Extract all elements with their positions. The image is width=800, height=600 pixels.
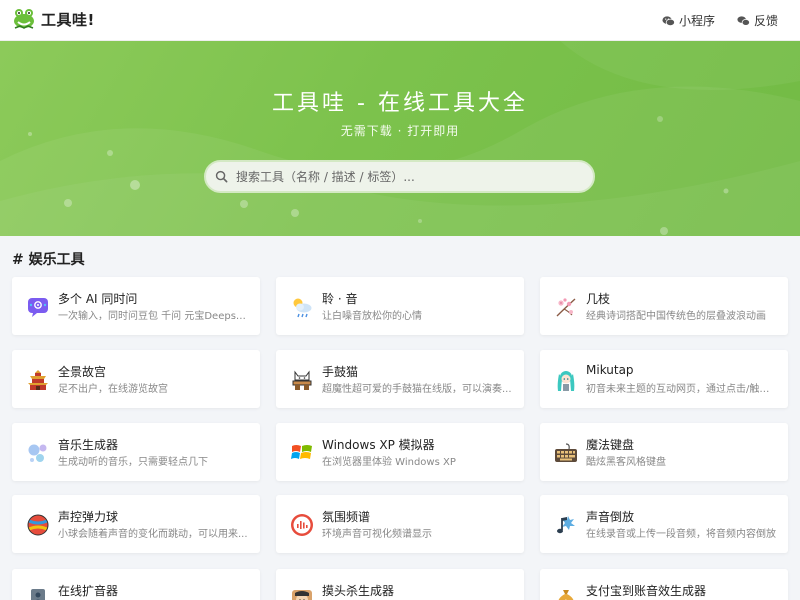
tool-card-bongo-cat[interactable]: 手鼓猫 超魔性超可爱的手鼓猫在线版，可以演奏... bbox=[276, 350, 524, 408]
frog-logo-icon bbox=[14, 9, 34, 29]
tool-card-online-megaphone[interactable]: 在线扩音器 bbox=[12, 569, 260, 600]
tool-card-mikutap[interactable]: Mikutap 初音未来主题的互动网页，通过点击/触摸... bbox=[540, 350, 788, 408]
tool-description: 酷炫黑客风格键盘 bbox=[586, 457, 666, 468]
tool-card-ling-yin[interactable]: 聆 · 音 让白噪音放松你的心情 bbox=[276, 277, 524, 335]
tool-description: 初音未来主题的互动网页，通过点击/触摸... bbox=[586, 384, 778, 395]
tool-description: 一次输入，同时问豆包 千问 元宝Deepseek... bbox=[58, 311, 250, 322]
tool-card-windows-xp[interactable]: Windows XP 模拟器 在浏览器里体验 Windows XP bbox=[276, 423, 524, 481]
top-navigation-bar: 工具哇! 小程序 反馈 bbox=[0, 0, 800, 41]
nav-label: 小程序 bbox=[678, 14, 715, 28]
header-nav: 小程序 反馈 bbox=[662, 12, 778, 29]
site-name: 工具哇! bbox=[41, 10, 95, 29]
tool-name: 魔法键盘 bbox=[586, 438, 635, 452]
tool-name: 全景故宫 bbox=[58, 365, 107, 379]
wechat-icon bbox=[662, 15, 675, 26]
site-logo[interactable]: 工具哇! bbox=[13, 8, 95, 30]
tool-name: 音乐生成器 bbox=[58, 438, 119, 452]
ball-icon bbox=[27, 514, 49, 536]
tool-name: 手鼓猫 bbox=[322, 365, 359, 379]
windows-logo-icon bbox=[291, 445, 312, 459]
tool-description: 足不出户，在线游览故宫 bbox=[58, 384, 168, 395]
search-icon bbox=[215, 170, 228, 183]
tool-card-palace[interactable]: 全景故宫 足不出户，在线游览故宫 bbox=[12, 350, 260, 408]
tool-description: 小球会随着声音的变化而跳动，可以用来... bbox=[58, 529, 248, 540]
spectrum-icon bbox=[291, 514, 313, 536]
hero-subtitle: 无需下载 · 打开即用 bbox=[340, 124, 460, 138]
tool-card-music-generator[interactable]: 音乐生成器 生成动听的音乐，只需要轻点几下 bbox=[12, 423, 260, 481]
tool-name: 聆 · 音 bbox=[322, 292, 358, 306]
music-note-icon bbox=[557, 516, 575, 534]
hero-title: 工具哇 - 在线工具大全 bbox=[272, 91, 528, 116]
palace-icon bbox=[28, 370, 48, 390]
tool-name: 声音倒放 bbox=[586, 510, 635, 524]
tool-card-audio-reverse[interactable]: 声音倒放 在线录音或上传一段音频，将音频内容倒放 bbox=[540, 495, 788, 553]
tool-name: 支付宝到账音效生成器 bbox=[586, 584, 707, 598]
tool-name: Windows XP 模拟器 bbox=[322, 438, 435, 452]
tool-card-voice-ball[interactable]: 声控弹力球 小球会随着声音的变化而跳动，可以用来... bbox=[12, 495, 260, 553]
pat-head-icon bbox=[292, 590, 312, 600]
tool-card-alipay-sound[interactable]: $ 支付宝到账音效生成器 bbox=[540, 569, 788, 600]
miku-icon bbox=[557, 371, 575, 391]
search-bar[interactable] bbox=[204, 160, 595, 193]
nav-label: 反馈 bbox=[753, 14, 778, 28]
nav-feedback[interactable]: 反馈 bbox=[737, 12, 778, 29]
tool-description: 经典诗词搭配中国传统色的层叠波浪动画 bbox=[586, 311, 766, 322]
tool-description: 超魔性超可爱的手鼓猫在线版，可以演奏... bbox=[322, 384, 512, 395]
chat-bubbles-icon bbox=[737, 15, 750, 26]
tool-card-ambient-spectrum[interactable]: 氛围频谱 环境声音可视化频谱显示 bbox=[276, 495, 524, 553]
tool-name: 摸头杀生成器 bbox=[322, 584, 395, 598]
plum-blossom-icon bbox=[556, 298, 576, 317]
tool-card-ji-zhi[interactable]: 几枝 经典诗词搭配中国传统色的层叠波浪动画 bbox=[540, 277, 788, 335]
keyboard-icon bbox=[555, 443, 577, 462]
tool-name: 氛围频谱 bbox=[322, 510, 371, 524]
weather-rain-icon bbox=[293, 298, 312, 318]
tool-name: 声控弹力球 bbox=[58, 510, 119, 524]
tool-name: Mikutap bbox=[586, 363, 634, 377]
bongo-cat-icon bbox=[292, 370, 312, 390]
hero-banner: 工具哇 - 在线工具大全 无需下载 · 打开即用 bbox=[0, 41, 800, 236]
search-input[interactable] bbox=[236, 169, 576, 184]
ai-chat-icon bbox=[28, 298, 48, 317]
speaker-icon bbox=[31, 589, 45, 600]
money-bag-icon: $ bbox=[558, 590, 574, 600]
tool-name: 多个 AI 同时问 bbox=[58, 292, 138, 306]
tool-description: 生成动听的音乐，只需要轻点几下 bbox=[58, 457, 208, 468]
tool-name: 几枝 bbox=[586, 292, 611, 306]
tool-description: 在浏览器里体验 Windows XP bbox=[322, 457, 456, 468]
tool-description: 让白噪音放松你的心情 bbox=[322, 311, 422, 322]
section-title: # 娱乐工具 bbox=[12, 252, 85, 268]
tool-name: 在线扩音器 bbox=[58, 584, 119, 598]
tool-description: 在线录音或上传一段音频，将音频内容倒放 bbox=[586, 529, 776, 540]
tool-card-multi-ai[interactable]: 多个 AI 同时问 一次输入，同时问豆包 千问 元宝Deepseek... bbox=[12, 277, 260, 335]
tool-description: 环境声音可视化频谱显示 bbox=[322, 529, 432, 540]
tool-card-magic-keyboard[interactable]: 魔法键盘 酷炫黑客风格键盘 bbox=[540, 423, 788, 481]
nav-mini-program[interactable]: 小程序 bbox=[662, 12, 715, 29]
tool-card-pat-head[interactable]: 摸头杀生成器 bbox=[276, 569, 524, 600]
music-dots-icon bbox=[28, 444, 47, 462]
